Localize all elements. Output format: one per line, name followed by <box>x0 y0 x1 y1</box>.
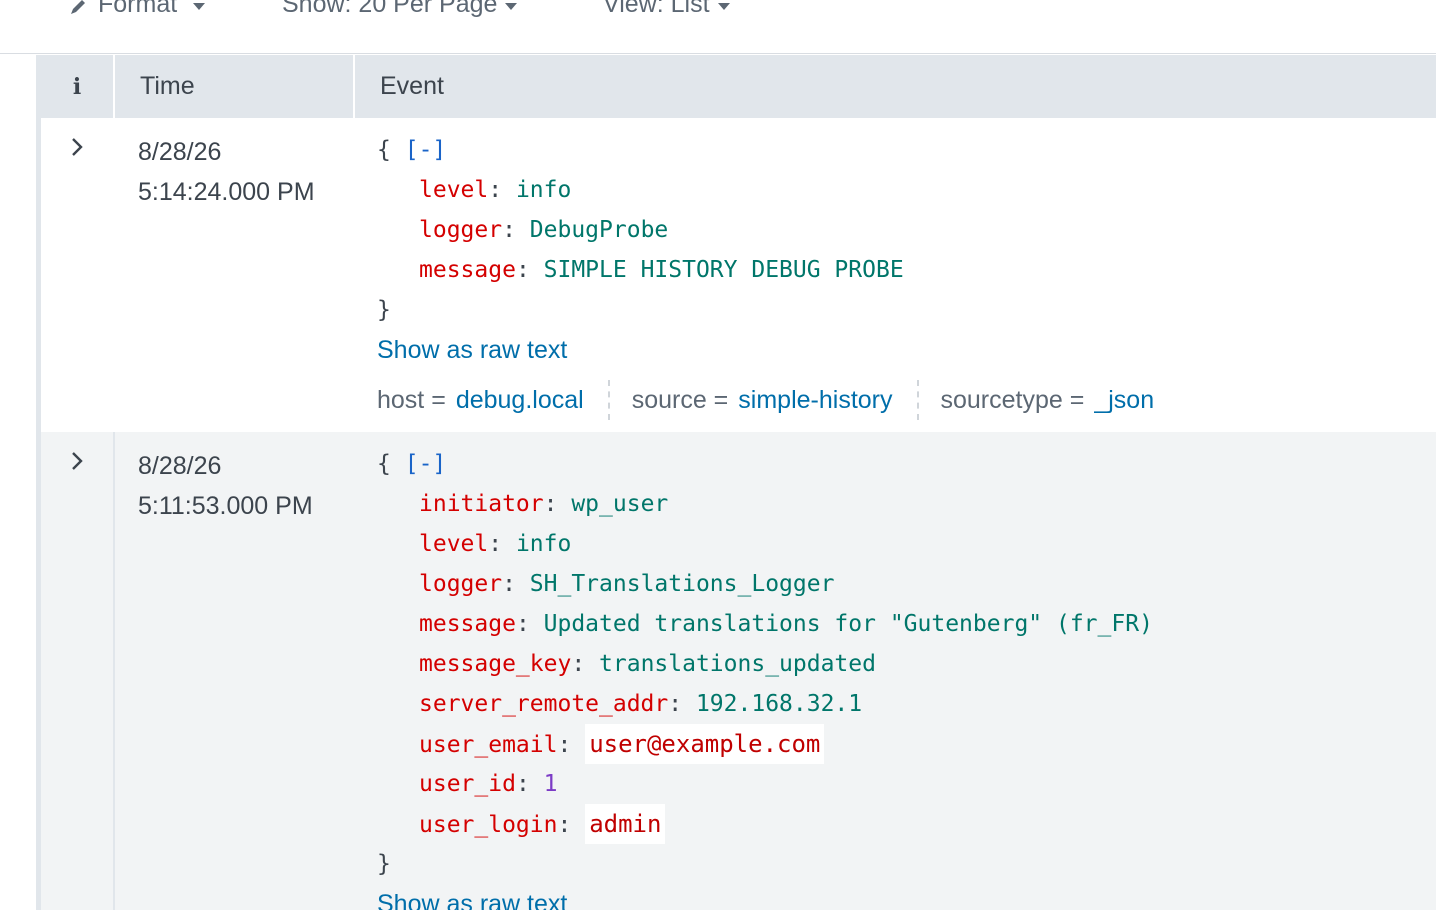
event-json: { [-] initiator: wp_user level: info log… <box>377 444 1153 910</box>
json-key[interactable]: initiator <box>419 491 544 517</box>
meta-field-name: host = <box>377 385 446 414</box>
meta-field-value[interactable]: debug.local <box>456 386 584 415</box>
json-field: logger: DebugProbe <box>419 217 669 243</box>
table-row: 8/28/26 5:11:53.000 PM { [-] initiator: … <box>41 432 1436 910</box>
json-field: message: SIMPLE HISTORY DEBUG PROBE <box>419 257 904 283</box>
view-label: View: List <box>603 0 710 18</box>
info-column-header: i <box>72 73 82 100</box>
json-field: level: info <box>419 531 572 557</box>
json-value-masked[interactable]: admin <box>585 804 666 844</box>
meta-field-sourcetype: sourcetype = _json <box>941 380 1179 420</box>
json-field: user_email: user@example.com <box>377 724 1153 764</box>
event-time: 5:11:53.000 PM <box>138 492 313 520</box>
json-field: message: Updated translations for "Guten… <box>419 611 1153 637</box>
event-timestamp: 8/28/26 5:11:53.000 PM <box>138 446 313 526</box>
json-field: user_login: admin <box>377 804 1153 844</box>
json-close-line: } <box>377 290 904 330</box>
event-date: 8/28/26 <box>138 452 222 480</box>
json-key[interactable]: logger <box>419 217 502 243</box>
meta-field-value[interactable]: _json <box>1094 386 1154 415</box>
json-key[interactable]: server_remote_addr <box>419 691 668 717</box>
json-open-line: { [-] <box>377 130 904 170</box>
json-key[interactable]: message <box>419 611 516 637</box>
meta-field-name: sourcetype = <box>940 385 1085 414</box>
json-open-line: { [-] <box>377 444 1153 484</box>
meta-field-name: source = <box>631 385 729 414</box>
json-key[interactable]: user_login <box>419 812 557 838</box>
show-raw-text-link[interactable]: Show as raw text <box>377 330 904 370</box>
format-label: Format <box>98 0 178 18</box>
json-field: server_remote_addr: 192.168.32.1 <box>419 691 863 717</box>
event-meta-fields: host = debug.local source = simple-histo… <box>377 380 1200 420</box>
json-value[interactable]: info <box>516 531 571 557</box>
json-field: message_key: translations_updated <box>419 651 876 677</box>
pencil-icon <box>71 0 85 14</box>
collapse-toggle[interactable]: [-] <box>405 137 447 163</box>
json-close-line: } <box>377 844 1153 884</box>
json-field: initiator: wp_user <box>419 491 669 517</box>
json-field: user_id: 1 <box>419 771 558 797</box>
meta-field-host: host = debug.local <box>377 380 610 420</box>
json-field: logger: SH_Translations_Logger <box>419 571 835 597</box>
results-toolbar: Format Show: 20 Per Page View: List <box>0 0 1436 54</box>
open-brace: { <box>377 451 391 477</box>
json-key[interactable]: level <box>419 177 488 203</box>
table-header: i Time Event <box>41 55 1436 118</box>
json-value[interactable]: SIMPLE HISTORY DEBUG PROBE <box>544 257 904 283</box>
meta-field-value[interactable]: simple-history <box>738 386 892 415</box>
json-value[interactable]: Updated translations for "Gutenberg" (fr… <box>544 611 1153 637</box>
close-brace: } <box>377 851 391 877</box>
caret-down-icon <box>193 3 206 10</box>
show-raw-text-link[interactable]: Show as raw text <box>377 884 1153 910</box>
event-date: 8/28/26 <box>138 138 222 166</box>
json-value[interactable]: wp_user <box>571 491 668 517</box>
caret-down-icon <box>717 3 730 10</box>
close-brace: } <box>377 297 391 323</box>
left-gutter <box>0 55 38 910</box>
json-field: level: info <box>419 177 572 203</box>
json-value-masked[interactable]: user@example.com <box>585 724 825 764</box>
view-dropdown[interactable]: View: List <box>603 0 730 19</box>
table-row: 8/28/26 5:14:24.000 PM { [-] level: info… <box>41 118 1436 432</box>
json-value[interactable]: DebugProbe <box>530 217 668 243</box>
caret-down-icon <box>505 3 518 10</box>
json-key[interactable]: logger <box>419 571 502 597</box>
json-value[interactable]: translations_updated <box>599 651 876 677</box>
per-page-label: Show: 20 Per Page <box>282 0 498 18</box>
json-key[interactable]: level <box>419 531 488 557</box>
json-value[interactable]: info <box>516 177 571 203</box>
event-timestamp: 8/28/26 5:14:24.000 PM <box>138 132 315 212</box>
json-key[interactable]: message <box>419 257 516 283</box>
json-value[interactable]: 192.168.32.1 <box>696 691 862 717</box>
json-key[interactable]: user_email <box>419 732 557 758</box>
per-page-dropdown[interactable]: Show: 20 Per Page <box>282 0 518 19</box>
chevron-right-icon[interactable] <box>66 136 88 158</box>
event-time: 5:14:24.000 PM <box>138 178 315 206</box>
meta-field-source: source = simple-history <box>632 380 919 420</box>
event-column-header: Event <box>353 55 1436 118</box>
json-key[interactable]: user_id <box>419 771 516 797</box>
collapse-toggle[interactable]: [-] <box>405 451 447 477</box>
json-key[interactable]: message_key <box>419 651 571 677</box>
time-column-header[interactable]: Time <box>113 55 353 118</box>
open-brace: { <box>377 137 391 163</box>
json-value[interactable]: 1 <box>544 771 558 797</box>
event-json: { [-] level: info logger: DebugProbe mes… <box>377 130 904 370</box>
chevron-right-icon[interactable] <box>66 450 88 472</box>
format-dropdown[interactable]: Format <box>68 0 206 19</box>
json-value[interactable]: SH_Translations_Logger <box>530 571 835 597</box>
